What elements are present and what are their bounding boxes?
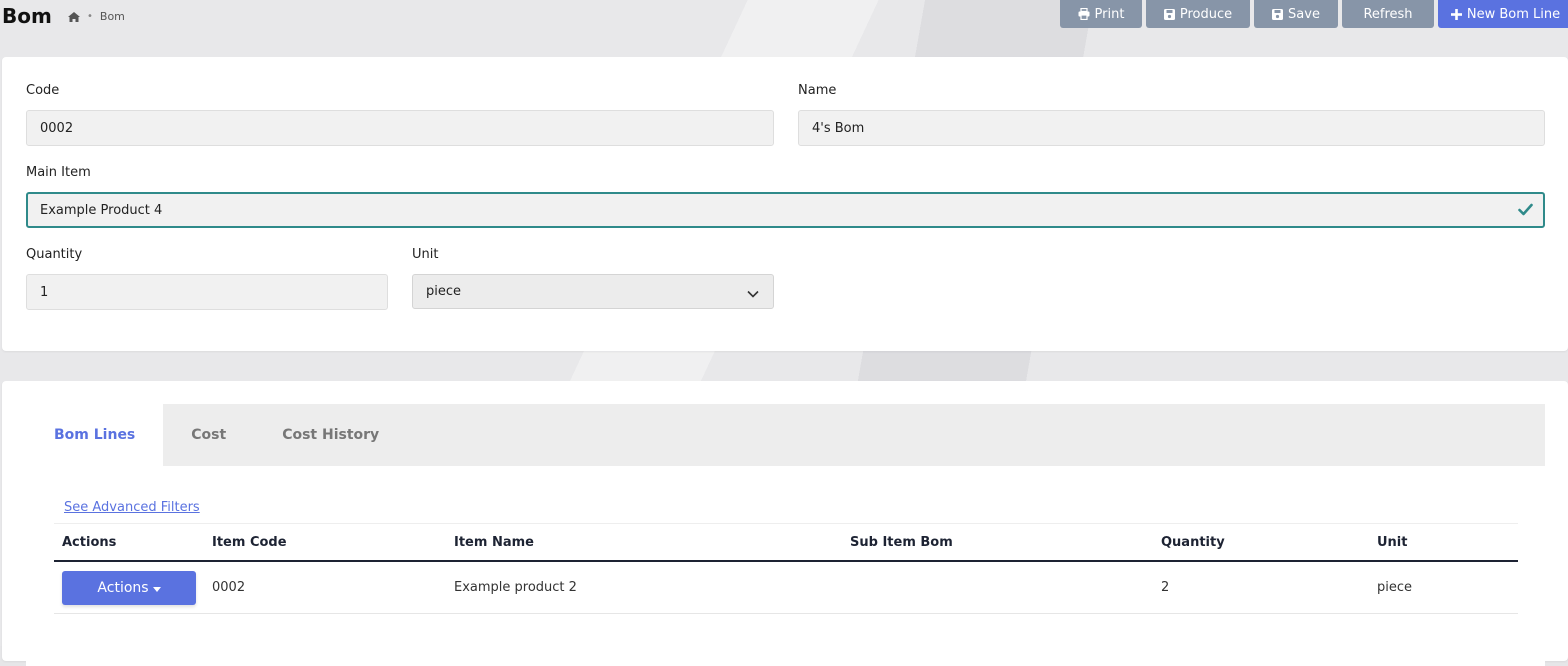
actions-dropdown-button[interactable]: Actions [62,571,196,605]
page-title: Bom [2,4,52,28]
bom-lines-table: Actions Item Code Item Name Sub Item Bom… [54,523,1518,614]
save-button-label: Save [1288,7,1320,22]
bom-form-card: Code 0002 Name 4's Bom Main Item Example… [2,57,1568,351]
column-header-actions[interactable]: Actions [54,535,212,550]
main-item-value: Example Product 4 [40,203,162,218]
breadcrumb: • Bom [68,10,125,23]
breadcrumb-item[interactable]: Bom [100,10,125,23]
breadcrumb-separator: • [87,11,93,22]
unit-label: Unit [412,247,438,262]
produce-button-label: Produce [1180,7,1232,22]
column-header-item-code[interactable]: Item Code [212,535,454,550]
quantity-label: Quantity [26,247,82,262]
home-icon[interactable] [68,12,80,22]
tab-bom-lines[interactable]: Bom Lines [26,404,163,466]
actions-button-label: Actions [97,580,148,596]
item-code-cell: 0002 [212,580,454,595]
main-item-field[interactable]: Example Product 4 [26,192,1545,228]
unit-cell: piece [1377,580,1518,595]
produce-button[interactable]: Produce [1146,0,1250,28]
actions-cell: Actions [54,571,212,605]
code-label: Code [26,83,59,98]
toolbar: Print Produce Save Refresh New Bom Line [1060,0,1568,28]
bom-lines-panel: See Advanced Filters Actions Item Code I… [26,466,1545,666]
item-name-cell: Example product 2 [454,580,850,595]
new-bom-line-button-label: New Bom Line [1467,7,1560,22]
refresh-button-label: Refresh [1363,7,1412,22]
print-button[interactable]: Print [1060,0,1142,28]
print-button-label: Print [1095,7,1125,22]
tab-bar: Bom Lines Cost Cost History [26,404,1545,466]
name-value: 4's Bom [812,121,864,136]
plus-icon [1451,9,1462,20]
chevron-down-icon [747,287,759,302]
name-field[interactable]: 4's Bom [798,110,1545,146]
quantity-value: 1 [40,285,48,300]
save-icon [1164,9,1175,20]
print-icon [1078,8,1090,20]
save-button[interactable]: Save [1254,0,1338,28]
unit-value: piece [426,284,461,299]
column-header-unit[interactable]: Unit [1377,535,1518,550]
quantity-cell: 2 [1161,580,1377,595]
name-label: Name [798,83,836,98]
column-header-item-name[interactable]: Item Name [454,535,850,550]
page-header: Bom • Bom Print Produce Save Refresh [0,0,1568,40]
column-header-sub-item-bom[interactable]: Sub Item Bom [850,535,1161,550]
main-item-label: Main Item [26,165,91,180]
new-bom-line-button[interactable]: New Bom Line [1438,0,1568,28]
tab-cost-history[interactable]: Cost History [254,404,407,466]
code-value: 0002 [40,121,73,136]
quantity-field[interactable]: 1 [26,274,388,310]
tab-cost[interactable]: Cost [163,404,254,466]
caret-down-icon [153,580,161,596]
save-icon [1272,9,1283,20]
check-icon [1518,203,1533,220]
unit-select[interactable]: piece [412,274,774,309]
table-header: Actions Item Code Item Name Sub Item Bom… [54,524,1518,562]
column-header-quantity[interactable]: Quantity [1161,535,1377,550]
table-row: Actions 0002 Example product 2 2 piece [54,562,1518,614]
code-field[interactable]: 0002 [26,110,774,146]
refresh-button[interactable]: Refresh [1342,0,1434,28]
advanced-filters-link[interactable]: See Advanced Filters [64,500,200,515]
bom-lines-card: Bom Lines Cost Cost History See Advanced… [2,381,1568,661]
